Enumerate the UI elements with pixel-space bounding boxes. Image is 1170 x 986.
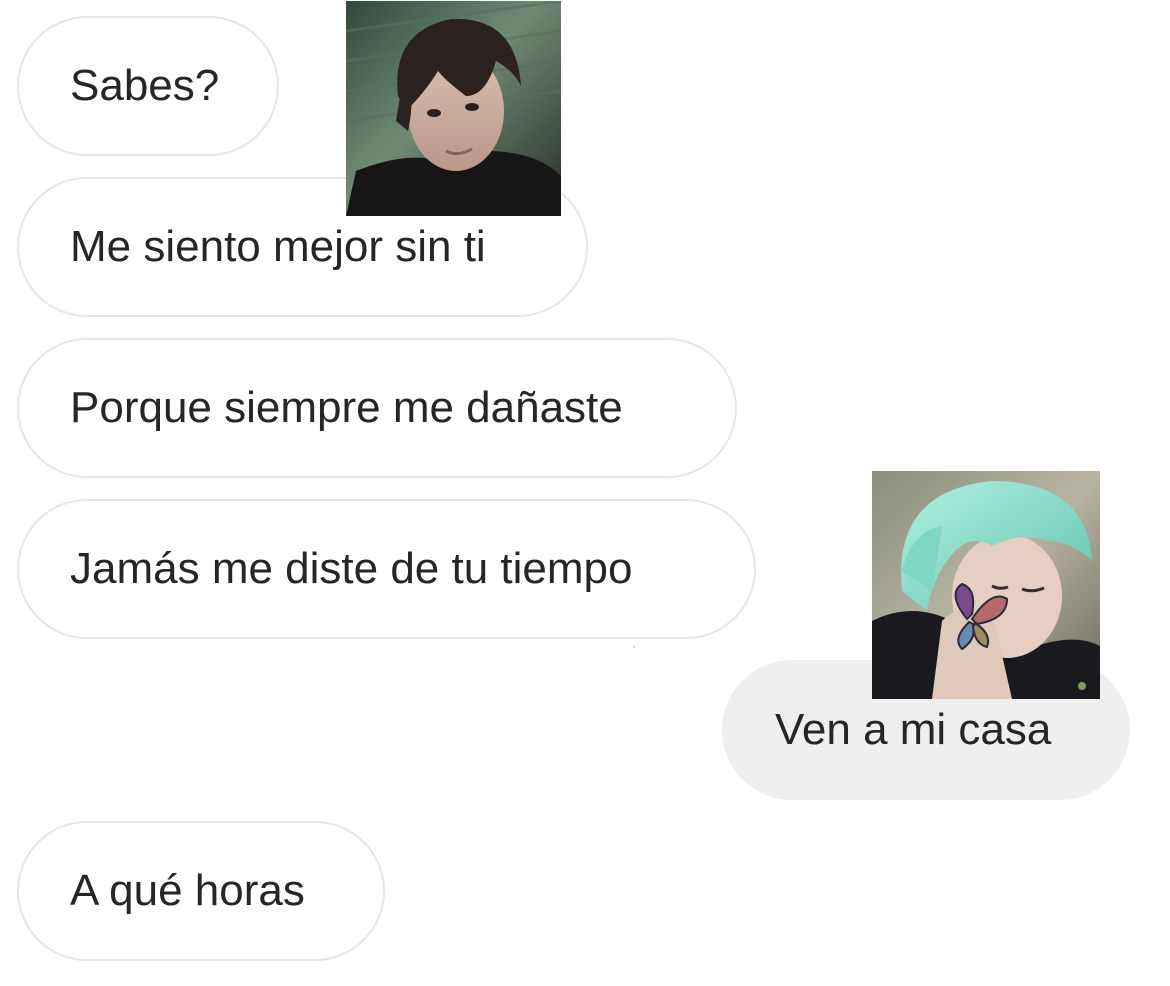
person-dark-hair-photo-icon [346, 1, 561, 216]
person-mint-hair-butterfly-photo-icon [872, 471, 1100, 699]
message-text: Jamás me diste de tu tiempo [70, 544, 633, 593]
message-text: Me siento mejor sin ti [70, 222, 486, 271]
message-text: Porque siempre me dañaste [70, 383, 623, 432]
divider-dot [633, 646, 635, 648]
message-text: Ven a mi casa [775, 705, 1052, 754]
message-text: Sabes? [70, 61, 220, 110]
message-bubble-received[interactable]: Porque siempre me dañaste [17, 338, 737, 478]
message-text: A qué horas [70, 866, 305, 915]
message-bubble-received[interactable]: Jamás me diste de tu tiempo [17, 499, 756, 639]
message-bubble-received[interactable]: Sabes? [17, 16, 279, 156]
message-bubble-received[interactable]: A qué horas [17, 821, 385, 961]
